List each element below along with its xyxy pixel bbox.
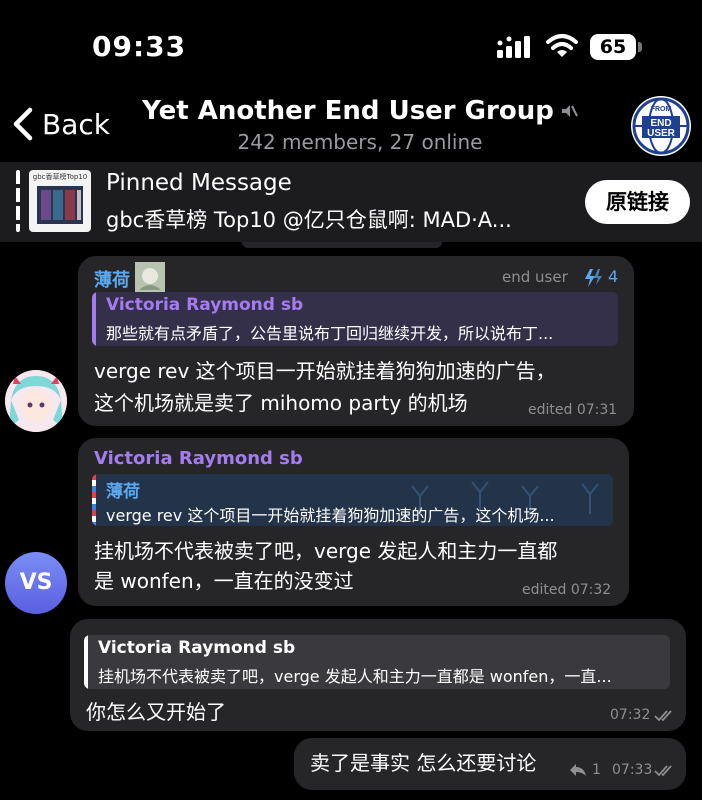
message-text: 你怎么又开始了 xyxy=(86,700,226,724)
globe-logo-icon: FROM END USER xyxy=(632,97,690,155)
avatar-bohe[interactable] xyxy=(5,370,67,432)
message-time: edited 07:32 xyxy=(522,582,612,598)
pinned-thumbnail-caption: gbc香草榜Top10 xyxy=(32,173,88,181)
quote-text: verge rev 这个项目一开始就挂着狗狗加速的广告，这个机场... xyxy=(106,506,555,525)
chat-subtitle: 242 members, 27 online xyxy=(237,130,483,154)
message-text-line2: 是 wonfen，一直在的没变过 xyxy=(94,569,354,593)
logo-text-top: FROM xyxy=(651,106,672,113)
quote-sender: Victoria Raymond sb xyxy=(98,638,296,658)
muted-icon xyxy=(561,105,578,117)
back-button[interactable]: Back xyxy=(12,106,110,142)
quote-accent-bar xyxy=(92,474,96,526)
message-text-line2: 这个机场就是卖了 mihomo party 的机场 xyxy=(94,391,468,415)
reply-count: 1 xyxy=(592,762,601,778)
message-bubble-1[interactable]: 薄荷 end user 4 Victoria Raymond sb 那些就有点矛… xyxy=(78,256,634,426)
message-sender[interactable]: 薄荷 xyxy=(94,266,130,292)
reply-quote[interactable]: 薄荷 verge rev 这个项目一开始就挂着狗狗加速的广告，这个机场... xyxy=(92,474,613,526)
status-bar: 09:33 65 xyxy=(0,0,702,88)
avatar-victoria-raymond[interactable]: VS xyxy=(5,552,67,614)
battery-indicator: 65 xyxy=(590,34,636,60)
sticker-thumbnail-icon xyxy=(135,262,165,292)
message-text-line1: 挂机场不代表被卖了吧，verge 发起人和主力一直都 xyxy=(94,539,558,563)
cellular-signal-icon xyxy=(497,36,530,58)
message-time: edited 07:31 xyxy=(528,402,618,418)
pinned-title: Pinned Message xyxy=(106,170,292,196)
message-time: 07:32 xyxy=(610,707,651,723)
sender-emoji-status xyxy=(135,262,165,292)
avatar-initials: VS xyxy=(19,570,53,595)
chat-header: Back Yet Another End User Group 242 memb… xyxy=(0,88,702,162)
quote-accent-bar xyxy=(92,292,96,346)
read-checkmarks-icon xyxy=(654,710,672,722)
boost-count: 4 xyxy=(608,267,619,286)
wifi-icon xyxy=(546,34,578,57)
message-text-line1: verge rev 这个项目一开始就挂着狗狗加速的广告， xyxy=(94,359,556,383)
back-label: Back xyxy=(42,107,110,141)
chevron-left-icon xyxy=(13,107,33,141)
thumbnail-art-icon xyxy=(37,186,83,224)
pinned-text: gbc香草榜 Top10 @亿只仓鼠啊: MAD·A... xyxy=(106,208,512,232)
logo-text-line2: USER xyxy=(647,128,676,139)
message-bubble-3[interactable]: Victoria Raymond sb 挂机场不代表被卖了吧，verge 发起人… xyxy=(70,619,686,731)
battery-tip xyxy=(638,42,642,52)
quote-text: 那些就有点矛盾了，公告里说布丁回归继续开发，所以说布丁... xyxy=(106,324,554,343)
previous-bubble-edge xyxy=(242,242,442,248)
pinned-thumbnail: gbc香草榜Top10 xyxy=(29,170,91,232)
message-bubble-2[interactable]: Victoria Raymond sb 薄荷 verge rev 这个项目一开始… xyxy=(78,438,629,606)
quote-accent-bar xyxy=(84,635,88,689)
reply-arrow-icon xyxy=(570,764,586,776)
group-avatar[interactable]: FROM END USER xyxy=(631,96,691,156)
message-time: 07:33 xyxy=(612,762,653,778)
boost-icon xyxy=(585,269,602,287)
read-checkmarks-icon xyxy=(654,765,672,777)
reply-quote[interactable]: Victoria Raymond sb 挂机场不代表被卖了吧，verge 发起人… xyxy=(84,635,670,689)
status-time: 09:33 xyxy=(92,30,187,63)
anime-avatar-icon xyxy=(5,370,67,432)
quote-sender: Victoria Raymond sb xyxy=(106,295,304,315)
reply-quote[interactable]: Victoria Raymond sb 那些就有点矛盾了，公告里说布丁回归继续开… xyxy=(92,292,618,346)
message-bubble-4[interactable]: 卖了是事实 怎么还要讨论 1 07:33 xyxy=(294,738,686,790)
pinned-indicator xyxy=(16,170,20,232)
member-title: end user xyxy=(502,268,568,286)
message-text: 卖了是事实 怎么还要讨论 xyxy=(310,751,537,775)
quote-text: 挂机场不代表被卖了吧，verge 发起人和主力一直都是 wonfen，一直... xyxy=(98,667,612,686)
chat-title: Yet Another End User Group xyxy=(142,96,554,126)
chat-title-area[interactable]: Yet Another End User Group 242 members, … xyxy=(140,96,580,154)
message-sender[interactable]: Victoria Raymond sb xyxy=(94,448,303,469)
quote-sender: 薄荷 xyxy=(106,482,140,502)
pinned-message-bar[interactable]: gbc香草榜Top10 Pinned Message gbc香草榜 Top10 … xyxy=(0,162,702,242)
original-link-button[interactable]: 原链接 xyxy=(585,180,690,224)
